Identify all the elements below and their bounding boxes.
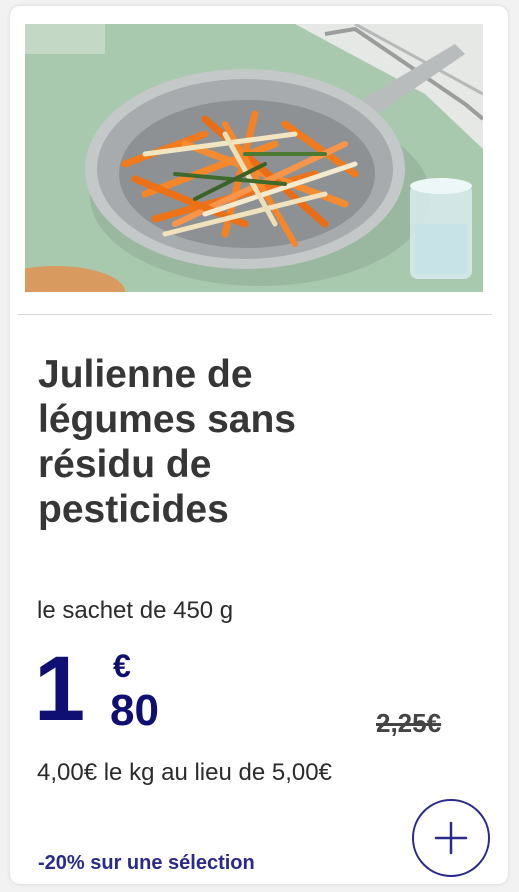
old-price: 2,25€ bbox=[376, 708, 442, 738]
product-image[interactable] bbox=[25, 24, 483, 292]
plus-icon bbox=[434, 821, 468, 855]
price-per-kg: 4,00€ le kg au lieu de 5,00€ bbox=[37, 759, 332, 786]
product-unit: le sachet de 450 g bbox=[37, 597, 234, 624]
julienne-vegetables-pan-photo bbox=[25, 24, 483, 292]
product-card[interactable]: Julienne de légumes sans résidu de pesti… bbox=[10, 6, 508, 884]
divider bbox=[18, 314, 492, 315]
add-to-cart-button[interactable] bbox=[412, 799, 490, 877]
price-integer: 1 bbox=[34, 638, 85, 740]
price-cents: 80 bbox=[110, 686, 159, 735]
price-currency: € bbox=[113, 648, 131, 684]
promo-label[interactable]: -20% sur une sélection bbox=[38, 852, 255, 875]
product-title[interactable]: Julienne de légumes sans résidu de pesti… bbox=[38, 352, 458, 532]
